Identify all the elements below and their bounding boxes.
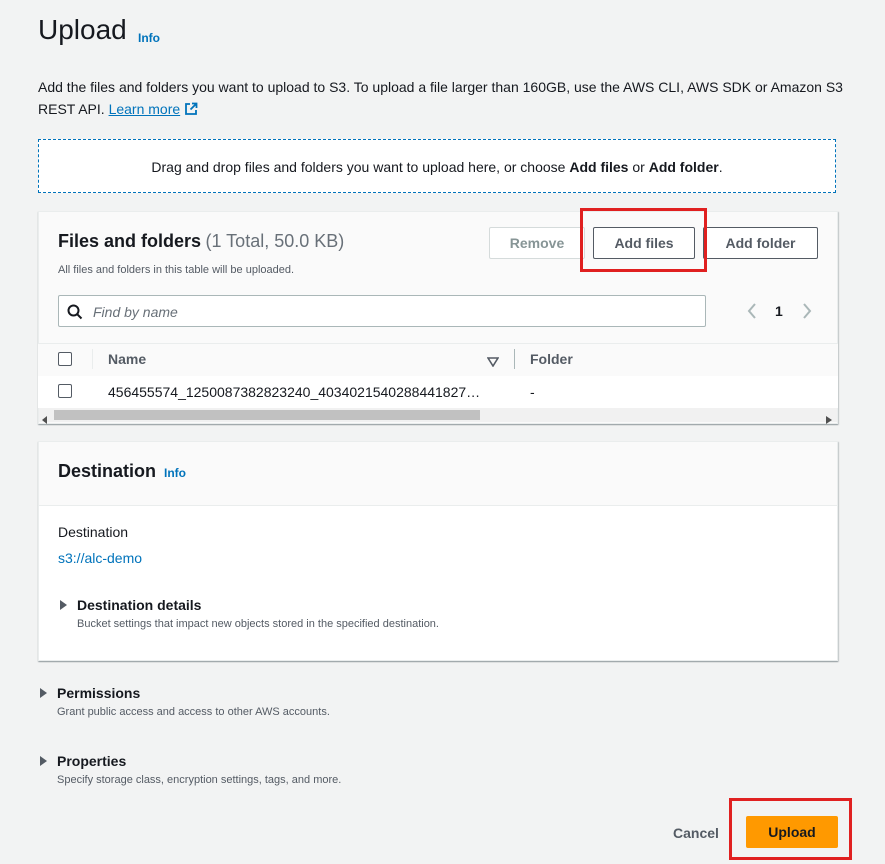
column-divider bbox=[92, 349, 93, 369]
prev-page-icon[interactable] bbox=[746, 302, 758, 325]
row-folder: - bbox=[530, 384, 535, 400]
page-description: Add the files and folders you want to up… bbox=[38, 76, 848, 122]
destination-value-link[interactable]: s3://alc-demo bbox=[58, 550, 142, 566]
dropzone-add-files-text: Add files bbox=[569, 159, 629, 175]
learn-more-link[interactable]: Learn more bbox=[109, 101, 181, 117]
add-folder-button[interactable]: Add folder bbox=[703, 227, 818, 259]
properties-desc: Specify storage class, encryption settin… bbox=[57, 774, 342, 786]
files-panel-title: Files and folders (1 Total, 50.0 KB) bbox=[58, 231, 345, 251]
destination-details-desc: Bucket settings that impact new objects … bbox=[77, 618, 439, 630]
column-resizer[interactable] bbox=[514, 349, 515, 369]
caret-right-icon bbox=[40, 756, 47, 766]
row-checkbox[interactable] bbox=[58, 384, 72, 398]
permissions-expander[interactable] bbox=[40, 685, 47, 703]
scroll-left-icon[interactable] bbox=[42, 411, 48, 429]
permissions-title[interactable]: Permissions bbox=[57, 685, 140, 701]
select-all-checkbox[interactable] bbox=[58, 352, 72, 366]
search-input[interactable] bbox=[91, 302, 695, 322]
dropzone-text: Drag and drop files and folders you want… bbox=[151, 159, 570, 175]
destination-label: Destination bbox=[58, 524, 129, 540]
page-number[interactable]: 1 bbox=[775, 303, 783, 319]
column-name-header[interactable]: Name bbox=[108, 351, 146, 367]
destination-panel-header bbox=[39, 442, 837, 506]
dropzone-add-folder-text: Add folder bbox=[648, 159, 719, 175]
external-link-icon[interactable] bbox=[184, 100, 198, 122]
properties-expander[interactable] bbox=[40, 753, 47, 771]
scrollbar-thumb[interactable] bbox=[54, 410, 480, 420]
upload-highlight bbox=[729, 798, 852, 860]
row-file-name: 456455574_1250087382823240_4034021540288… bbox=[108, 384, 481, 400]
column-folder-header: Folder bbox=[530, 351, 573, 367]
search-icon bbox=[67, 304, 83, 325]
next-page-icon[interactable] bbox=[801, 302, 813, 325]
caret-right-icon bbox=[60, 600, 67, 610]
files-count: (1 Total, 50.0 KB) bbox=[205, 231, 345, 251]
dropzone-or-text: or bbox=[628, 159, 649, 175]
permissions-desc: Grant public access and access to other … bbox=[57, 706, 330, 718]
search-field[interactable] bbox=[58, 295, 706, 327]
cancel-button[interactable]: Cancel bbox=[673, 825, 719, 841]
destination-info-link[interactable]: Info bbox=[164, 466, 186, 480]
properties-title[interactable]: Properties bbox=[57, 753, 126, 769]
sort-icon[interactable] bbox=[486, 354, 500, 372]
destination-details-expander[interactable] bbox=[60, 597, 67, 615]
remove-button[interactable]: Remove bbox=[489, 227, 585, 259]
table-header bbox=[38, 343, 838, 377]
drop-zone[interactable]: Drag and drop files and folders you want… bbox=[38, 139, 836, 193]
caret-right-icon bbox=[40, 688, 47, 698]
files-panel-subtitle: All files and folders in this table will… bbox=[58, 264, 295, 276]
dropzone-suffix: . bbox=[718, 159, 723, 175]
info-link[interactable]: Info bbox=[138, 31, 160, 45]
add-files-highlight bbox=[580, 208, 707, 272]
destination-title: Destination bbox=[58, 461, 157, 481]
page-title: Upload bbox=[38, 14, 127, 45]
destination-details-title[interactable]: Destination details bbox=[77, 597, 201, 613]
scroll-right-icon[interactable] bbox=[826, 411, 832, 429]
